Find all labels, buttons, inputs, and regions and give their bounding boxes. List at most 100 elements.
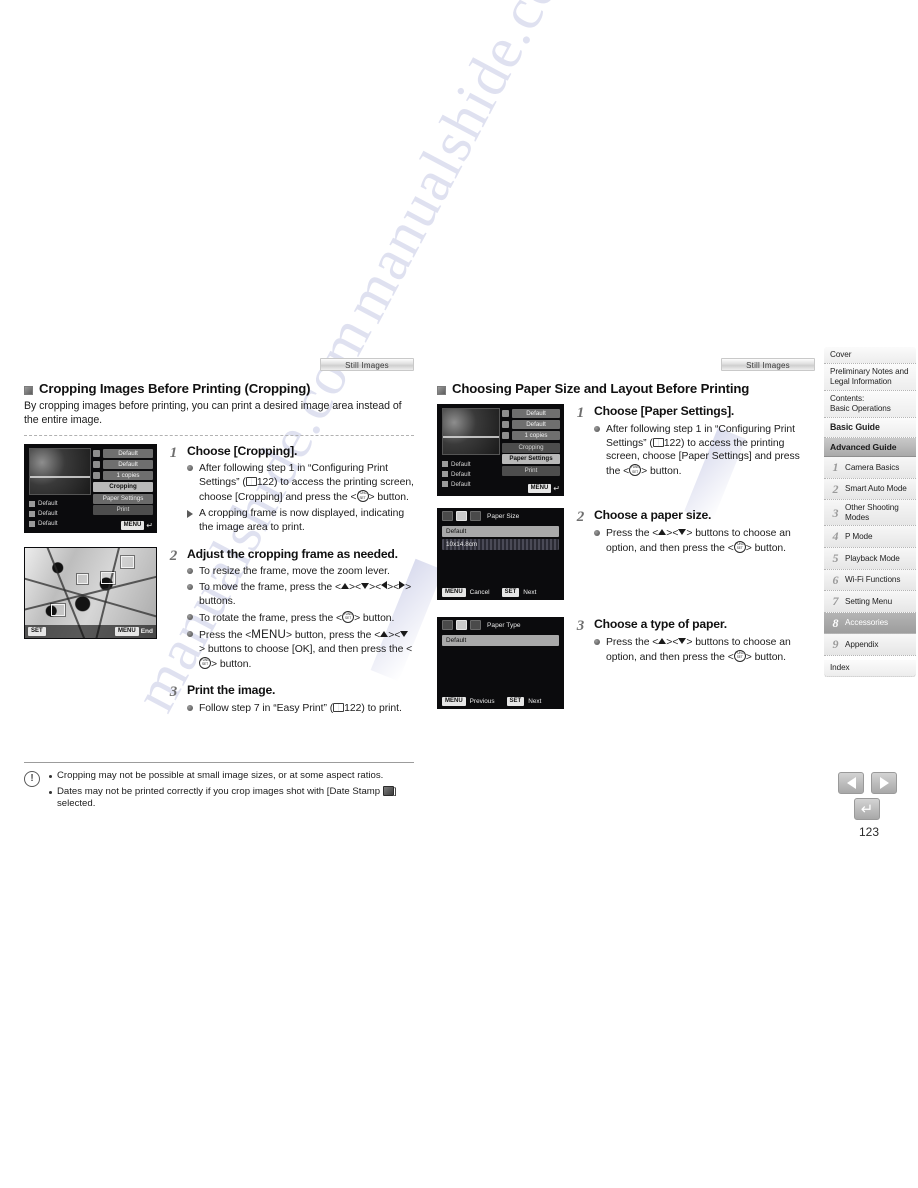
return-button[interactable]: ↵	[854, 798, 880, 820]
option-label: Default	[451, 480, 471, 488]
bullet-text: > button.	[745, 651, 786, 663]
sidebar-item-camera-basics[interactable]: 1 Camera Basics	[824, 457, 916, 479]
step-bullets: Press the < >< > buttons to choose an opti…	[594, 636, 815, 665]
bullet-text: To move the frame, press the <	[199, 582, 342, 594]
right-column: Still Images Choosing Paper Size and Lay…	[437, 358, 815, 710]
tab-icon	[442, 511, 453, 522]
sidebar-item-setting-menu[interactable]: 7 Setting Menu	[824, 591, 916, 613]
section-marker-icon	[24, 386, 33, 395]
bullet-text: > button.	[211, 658, 252, 670]
screen-tab-bar: Paper Type	[438, 618, 563, 632]
sidebar-item-label: Camera Basics	[845, 462, 900, 472]
bullet-item: Press the < >< > buttons to choose an opti…	[594, 527, 815, 556]
page-reference: 122	[663, 437, 681, 449]
chapter-number: 1	[832, 460, 839, 475]
sidebar-item-wifi-functions[interactable]: 6 Wi-Fi Functions	[824, 569, 916, 592]
sidebar-item-contents[interactable]: Contents: Basic Operations	[824, 391, 916, 418]
section-description: By cropping images before printing, you …	[24, 400, 402, 427]
next-page-button[interactable]	[871, 772, 897, 794]
option-row[interactable]: Default	[442, 526, 559, 538]
copies-icon	[93, 471, 100, 479]
step-title: Choose a type of paper.	[594, 617, 727, 632]
option-row[interactable]: Default	[442, 635, 559, 647]
sidebar-item-cover[interactable]: Cover	[824, 347, 916, 364]
step-title: Choose a paper size.	[594, 508, 712, 523]
step-2-row: Paper Size Default 10x14.8cm MENU Cancel…	[437, 508, 815, 601]
bullet-text: > button, press the <	[285, 629, 381, 641]
chapter-number: 2	[832, 481, 839, 496]
bullet-text: ><	[666, 636, 679, 648]
arrow-down-icon	[361, 583, 370, 590]
chapter-number: 5	[832, 550, 839, 565]
bullet-text: > button.	[745, 542, 786, 554]
sidebar-item-preliminary-notes[interactable]: Preliminary Notes and Legal Information	[824, 364, 916, 391]
still-images-tag-row: Still Images	[437, 358, 815, 374]
photo-thumbnail	[442, 408, 500, 456]
option-rows: Default	[442, 635, 559, 648]
triangle-marker-icon	[187, 509, 193, 518]
sidebar-item-playback-mode[interactable]: 5 Playback Mode	[824, 547, 916, 570]
sidebar-item-other-shooting-modes[interactable]: 3 Other Shooting Modes	[824, 500, 916, 527]
crop-frame-handle[interactable]	[77, 573, 88, 584]
previous-label: Previous	[469, 698, 495, 706]
bullet-item: After following step 1 in “Configuring P…	[187, 462, 414, 504]
paper-icon	[502, 421, 509, 429]
step-bullets: After following step 1 in “Configuring P…	[187, 462, 414, 534]
bullet-text: To rotate the frame, press the <	[199, 612, 343, 624]
menu-item-print: Print	[502, 465, 560, 476]
bullet-dot-icon	[594, 529, 600, 536]
next-label: Next	[523, 589, 537, 597]
section-heading: Cropping Images Before Printing (Croppin…	[24, 381, 414, 396]
bullet-item: To resize the frame, move the zoom lever…	[187, 565, 414, 579]
divider	[24, 434, 414, 436]
sidebar-item-advanced-guide[interactable]: Advanced Guide	[824, 437, 916, 458]
option-row[interactable]: 10x14.8cm	[442, 539, 559, 551]
clear-icon	[442, 481, 448, 488]
previous-page-button[interactable]	[838, 772, 864, 794]
list-item: Default	[29, 509, 91, 519]
photo-thumbnail	[29, 447, 91, 495]
sidebar-item-basic-guide[interactable]: Basic Guide	[824, 418, 916, 438]
note-item: Dates may not be printed correctly if yo…	[48, 785, 414, 811]
menu-badge: MENU	[115, 626, 139, 636]
sidebar-item-label: P Mode	[845, 531, 873, 541]
sidebar-item-appendix[interactable]: 9 Appendix	[824, 634, 916, 657]
bullet-text: > button.	[641, 466, 682, 478]
camera-screen-paper-type: Paper Type Default MENU Previous SET Nex…	[437, 617, 564, 710]
sidebar-item-smart-auto-mode[interactable]: 2 Smart Auto Mode	[824, 478, 916, 501]
left-option-list: Default Default Default	[442, 459, 500, 489]
list-item: Default	[29, 499, 91, 509]
list-item: 1 copies	[93, 470, 153, 481]
sidebar-item-label: Appendix	[845, 640, 879, 650]
sidebar-item-index[interactable]: Index	[824, 660, 916, 678]
note-text: Dates may not be printed correctly if yo…	[57, 785, 383, 797]
crop-frame-handle[interactable]	[51, 603, 65, 616]
page-number: 123	[858, 825, 880, 839]
menu-badge: MENU	[120, 520, 145, 530]
func-set-icon	[199, 656, 211, 669]
bullet-dot-icon	[187, 584, 193, 591]
crop-frame-handle[interactable]	[101, 571, 115, 584]
date-stamp-icon	[382, 785, 394, 796]
step-3: 3 Print the image. Follow step 7 in “Eas…	[167, 683, 414, 717]
cancel-label: Cancel	[469, 589, 490, 597]
caution-note: Cropping may not be possible at small im…	[24, 762, 414, 814]
sidebar-item-accessories[interactable]: 8 Accessories	[824, 612, 916, 635]
sidebar-item-label: Playback Mode	[845, 553, 900, 563]
crop-frame-handle[interactable]	[121, 555, 134, 568]
func-set-icon	[342, 610, 355, 623]
bullet-text: > buttons to choose [OK], and then press…	[199, 643, 413, 655]
bullet-dot-icon	[594, 638, 600, 645]
func-set-icon	[629, 464, 642, 477]
left-option-list: Default Default Default	[29, 499, 91, 529]
chapter-number: 8	[832, 615, 839, 630]
tab-icon	[470, 511, 481, 522]
step-number: 2	[576, 509, 585, 526]
right-option-list: Default Default 1 copies Cropping Paper …	[93, 448, 153, 516]
sidebar-item-p-mode[interactable]: 4 P Mode	[824, 526, 916, 548]
option-label: Default	[38, 520, 58, 528]
step-bullets: Follow step 7 in “Easy Print” (122) to p…	[187, 702, 414, 716]
manual-page: Still Images Cropping Images Before Prin…	[0, 0, 918, 1188]
option-value: 1 copies	[103, 470, 153, 480]
nav-row-prev-next	[838, 772, 914, 794]
